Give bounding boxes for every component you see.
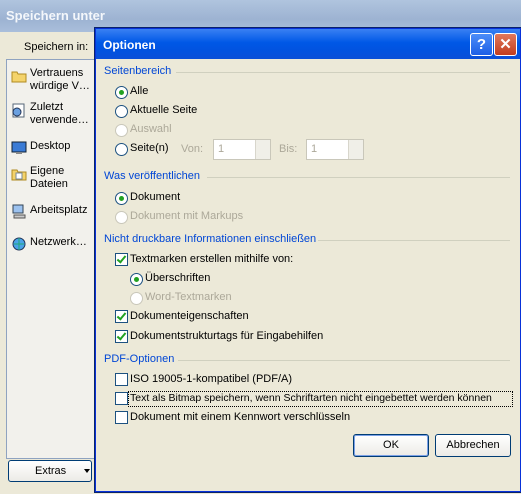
radio-label: Aktuelle Seite: [130, 104, 198, 116]
non-printing-heading: Nicht druckbare Informationen einschließ…: [104, 233, 317, 245]
my-computer-icon: [12, 204, 26, 219]
spin-buttons[interactable]: [348, 140, 363, 159]
checkbox-indicator: [115, 310, 128, 323]
radio-label: Seite(n): [130, 142, 169, 154]
to-label: Bis:: [279, 143, 298, 155]
from-label: Von:: [181, 143, 204, 155]
place-recent[interactable]: Zuletzt verwende…: [7, 98, 95, 138]
place-network[interactable]: Netzwerk…: [7, 232, 95, 272]
radio-label: Überschriften: [145, 272, 211, 284]
options-dialog: Optionen ? ✕ Seitenbereich Alle Aktuelle…: [95, 28, 521, 492]
checkbox-indicator: [115, 330, 128, 343]
place-label: Eigene Dateien: [30, 165, 68, 190]
radio-indicator: [115, 124, 128, 137]
recent-documents-icon: [12, 103, 25, 118]
dialog-title: Optionen: [103, 38, 156, 52]
group-divider: [207, 177, 510, 178]
group-divider: [318, 240, 510, 241]
publish-what-heading: Was veröffentlichen: [104, 170, 200, 182]
ok-button[interactable]: OK: [353, 434, 429, 457]
checkbox-indicator: [115, 373, 128, 386]
spin-buttons[interactable]: [255, 140, 270, 159]
group-divider: [178, 360, 510, 361]
desktop-icon: [11, 141, 27, 154]
radio-label: Dokument: [130, 191, 181, 203]
radio-indicator: [115, 86, 128, 99]
save-in-label: Speichern in:: [24, 41, 89, 53]
checkbox-label: Dokument mit einem Kennwort verschlüssel…: [130, 411, 351, 423]
group-divider: [176, 72, 510, 73]
checkbox-indicator: [115, 392, 128, 405]
radio-label: Alle: [130, 85, 149, 97]
checkbox-indicator: [115, 411, 128, 424]
help-icon[interactable]: ?: [470, 33, 493, 56]
radio-indicator: [115, 105, 128, 118]
dropdown-arrow-icon: [84, 469, 90, 473]
radio-label: Dokument mit Markups: [130, 210, 244, 222]
radio-label: Word-Textmarken: [145, 291, 232, 303]
network-icon: [12, 237, 26, 251]
checkbox-label: Dokumentstrukturtags für Eingabehilfen: [130, 330, 324, 342]
radio-indicator: [130, 292, 143, 305]
radio-indicator: [115, 192, 128, 205]
place-label: Desktop: [30, 140, 71, 152]
radio-indicator: [115, 211, 128, 224]
checkbox-label: Textmarken erstellen mithilfe von:: [130, 253, 294, 265]
page-range-heading: Seitenbereich: [104, 65, 172, 77]
checkbox-label: ISO 19005-1-kompatibel (PDF/A): [130, 373, 293, 385]
to-stepper[interactable]: 1: [306, 139, 364, 160]
cancel-button[interactable]: Abbrechen: [435, 434, 511, 457]
place-label: Zuletzt verwende…: [30, 101, 89, 126]
radio-indicator: [130, 273, 143, 286]
place-my-documents[interactable]: Eigene Dateien: [7, 162, 95, 202]
save-as-title: Speichern unter: [6, 8, 105, 23]
folder-icon: [11, 71, 27, 83]
pdf-options-heading: PDF-Optionen: [104, 353, 175, 365]
checkbox-indicator: [115, 253, 128, 266]
dialog-title-bar[interactable]: Optionen ? ✕: [96, 29, 520, 59]
radio-label: Auswahl: [130, 123, 172, 135]
checkbox-label: Dokumenteigenschaften: [130, 310, 249, 322]
my-documents-icon: [11, 169, 27, 181]
extras-label: Extras: [35, 465, 67, 477]
place-label: Netzwerk…: [30, 236, 87, 248]
close-icon[interactable]: ✕: [494, 33, 517, 56]
place-label: Arbeitsplatz: [30, 204, 88, 216]
to-value: 1: [311, 143, 318, 155]
places-bar: Vertrauens würdige V… Zuletzt verwende… …: [6, 59, 96, 459]
checkbox-label: Text als Bitmap speichern, wenn Schrifta…: [130, 392, 492, 404]
from-value: 1: [218, 143, 225, 155]
place-label: Vertrauens würdige V…: [30, 67, 90, 92]
extras-button[interactable]: Extras: [8, 460, 92, 482]
from-stepper[interactable]: 1: [213, 139, 271, 160]
radio-indicator: [115, 143, 128, 156]
